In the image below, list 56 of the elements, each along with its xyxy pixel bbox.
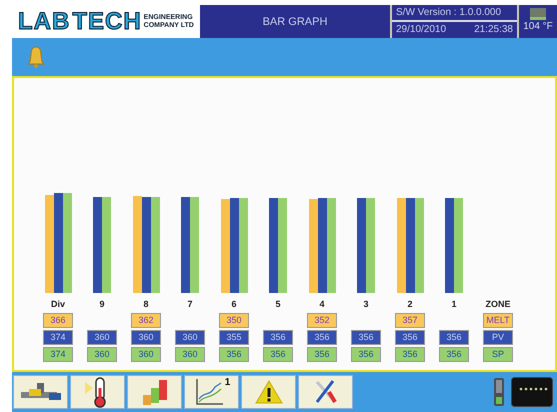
sp-value: 360 <box>87 347 117 362</box>
zone-label: 9 <box>98 298 106 311</box>
logo-text: LAB <box>18 10 70 34</box>
melt-value: 357 <box>395 313 425 328</box>
tools-button[interactable] <box>298 375 353 409</box>
trend-number: 1 <box>224 377 230 388</box>
zone-label: Div <box>50 298 66 311</box>
toggle-switch-icon[interactable] <box>493 377 505 407</box>
screen-title: BAR GRAPH <box>262 14 328 30</box>
zone-label: 2 <box>406 298 414 311</box>
melt-value: 352 <box>307 313 337 328</box>
melt-legend: MELT <box>483 313 513 328</box>
warning-icon <box>254 379 284 405</box>
melt-value: 362 <box>131 313 161 328</box>
sp-value: 360 <box>131 347 161 362</box>
temperature-reading: 104 °F <box>523 21 553 32</box>
bars-button[interactable] <box>127 375 182 409</box>
sp-legend: SP <box>483 347 513 362</box>
sp-value: 360 <box>175 347 205 362</box>
gauge-icon <box>529 7 547 21</box>
zone-label: 6 <box>230 298 238 311</box>
sp-value: 356 <box>219 347 249 362</box>
pv-value: 356 <box>351 330 381 345</box>
time-text: 21:25:38 <box>474 24 513 35</box>
sp-value: 356 <box>307 347 337 362</box>
sp-value: 356 <box>351 347 381 362</box>
trend-button[interactable]: 1 <box>184 375 239 409</box>
date-text: 29/10/2010 <box>396 24 446 35</box>
pv-value: 360 <box>131 330 161 345</box>
logo-text: TECH <box>72 10 142 34</box>
melt-value: 350 <box>219 313 249 328</box>
zone-label: 3 <box>362 298 370 311</box>
machine-button[interactable] <box>13 375 68 409</box>
pv-legend: PV <box>483 330 513 345</box>
pv-value: 360 <box>175 330 205 345</box>
pv-value: 356 <box>395 330 425 345</box>
sp-value: 356 <box>395 347 425 362</box>
zone-label: 4 <box>318 298 326 311</box>
pv-value: 356 <box>263 330 293 345</box>
sp-value: 374 <box>43 347 73 362</box>
software-version: S/W Version : 1.0.0.000 <box>392 5 517 22</box>
pv-value: 374 <box>43 330 73 345</box>
thermometer-button[interactable] <box>70 375 125 409</box>
melt-value: 366 <box>43 313 73 328</box>
sp-value: 356 <box>439 347 469 362</box>
zone-label: 5 <box>274 298 282 311</box>
pv-value: 355 <box>219 330 249 345</box>
sp-value: 356 <box>263 347 293 362</box>
zone-label: 7 <box>186 298 194 311</box>
pv-value: 356 <box>307 330 337 345</box>
zone-label: 8 <box>142 298 150 311</box>
pv-value: 360 <box>87 330 117 345</box>
zone-label: 1 <box>450 298 458 311</box>
keypad-display-icon[interactable] <box>511 377 553 407</box>
zone-header: ZONE <box>484 298 512 311</box>
pv-value: 356 <box>439 330 469 345</box>
